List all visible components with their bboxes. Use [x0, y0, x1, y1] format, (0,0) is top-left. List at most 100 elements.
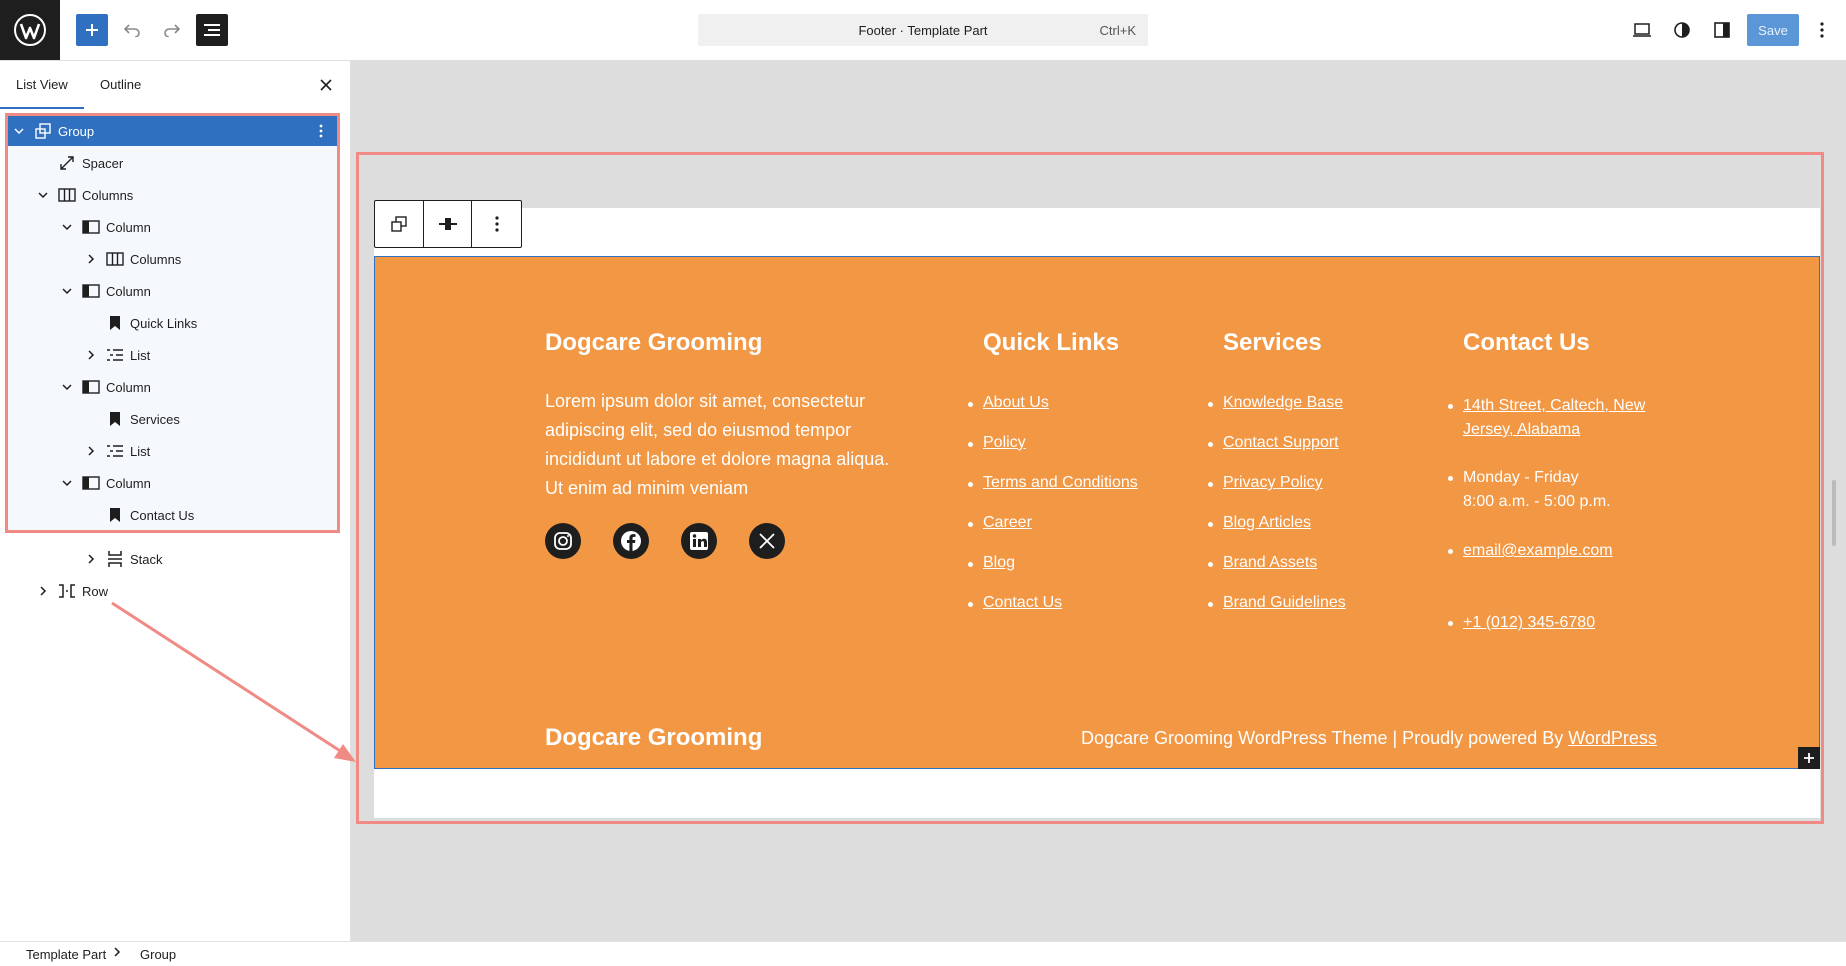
tree-item-label: Column: [106, 220, 151, 235]
redo-button[interactable]: [156, 14, 188, 46]
list-view-toggle-button[interactable]: [196, 14, 228, 46]
chevron-right-icon[interactable]: [84, 252, 98, 266]
address-line-2[interactable]: Jersey, Alabama: [1463, 421, 1580, 438]
tree-item-column[interactable]: Column: [8, 372, 337, 402]
phone-link[interactable]: +1 (012) 345-6780: [1463, 614, 1595, 631]
tree-item-column[interactable]: Column: [8, 212, 337, 242]
add-block-button[interactable]: [76, 14, 108, 46]
footer-link[interactable]: Blog Articles: [1223, 514, 1311, 531]
canvas-scrollbar[interactable]: [1832, 480, 1836, 546]
shortcut-hint: Ctrl+K: [1099, 23, 1136, 38]
chevron-down-icon[interactable]: [60, 476, 74, 490]
footer-link[interactable]: Career: [983, 514, 1032, 531]
columns-icon: [106, 250, 124, 268]
footer-group-block[interactable]: Dogcare Grooming Lorem ipsum dolor sit a…: [374, 256, 1820, 769]
tree-item-column[interactable]: Column: [8, 468, 337, 498]
footer-link[interactable]: About Us: [983, 394, 1049, 411]
list-item[interactable]: Blog Articles: [1207, 514, 1311, 532]
tree-item-column[interactable]: Column: [8, 276, 337, 306]
list-item[interactable]: About Us: [968, 394, 1049, 412]
tab-list-view[interactable]: List View: [16, 77, 68, 92]
tree-item-label: Columns: [82, 188, 134, 203]
list-view-sidebar: List View Outline Group Spacer Columns C…: [0, 61, 351, 941]
chevron-right-icon[interactable]: [84, 552, 98, 566]
tree-item-quick-links[interactable]: Quick Links: [8, 308, 337, 338]
tree-item-spacer[interactable]: Spacer: [8, 148, 337, 178]
list-item[interactable]: Contact Support: [1208, 434, 1339, 452]
address-line-1[interactable]: 14th Street, Caltech, New: [1463, 397, 1645, 414]
desktop-view-button[interactable]: [1626, 14, 1658, 46]
chevron-down-icon[interactable]: [60, 220, 74, 234]
contact-address[interactable]: 14th Street, Caltech, New Jersey, Alabam…: [1447, 394, 1645, 442]
close-icon[interactable]: [316, 75, 336, 95]
list-item[interactable]: Contact Us: [967, 594, 1062, 612]
chevron-down-icon[interactable]: [12, 124, 26, 138]
column-icon: [82, 218, 100, 236]
tree-item-list[interactable]: List: [8, 436, 337, 466]
save-button[interactable]: Save: [1747, 14, 1799, 46]
block-tree: Group Spacer Columns Column Columns Colu…: [5, 113, 340, 533]
footer-link[interactable]: Blog: [983, 554, 1015, 571]
contact-email[interactable]: email@example.com: [1448, 539, 1613, 563]
tree-item-contact-us[interactable]: Contact Us: [8, 500, 337, 530]
chevron-down-icon[interactable]: [60, 284, 74, 298]
list-item[interactable]: Knowledge Base: [1207, 394, 1343, 412]
instagram-icon[interactable]: [545, 523, 581, 559]
group-block-icon[interactable]: [375, 201, 424, 247]
footer-link[interactable]: Knowledge Base: [1223, 394, 1343, 411]
tree-item-columns[interactable]: Columns: [8, 180, 337, 210]
hours-line-1: Monday - Friday: [1463, 469, 1579, 486]
footer-credit: Dogcare Grooming WordPress Theme | Proud…: [1081, 728, 1657, 749]
wordpress-link[interactable]: WordPress: [1568, 728, 1657, 748]
more-options-icon[interactable]: [1806, 14, 1838, 46]
settings-sidebar-button[interactable]: [1706, 14, 1738, 46]
footer-link[interactable]: Policy: [983, 434, 1026, 451]
x-icon[interactable]: [749, 523, 785, 559]
footer-link[interactable]: Privacy Policy: [1223, 474, 1323, 491]
chevron-down-icon[interactable]: [36, 188, 50, 202]
footer-link[interactable]: Contact Support: [1223, 434, 1339, 451]
linkedin-icon[interactable]: [681, 523, 717, 559]
chevron-right-icon[interactable]: [84, 444, 98, 458]
tree-item-label: Spacer: [82, 156, 124, 171]
align-icon[interactable]: [424, 201, 473, 247]
footer-link[interactable]: Contact Us: [983, 594, 1062, 611]
tree-item-list[interactable]: List: [8, 340, 337, 370]
list-item[interactable]: Terms and Conditions: [968, 474, 1138, 492]
more-options-icon[interactable]: [313, 122, 329, 140]
command-palette-bar[interactable]: Footer · Template Part Ctrl+K: [698, 14, 1148, 46]
email-link[interactable]: email@example.com: [1463, 542, 1613, 559]
tab-outline[interactable]: Outline: [100, 77, 141, 92]
styles-contrast-button[interactable]: [1666, 14, 1698, 46]
footer-link[interactable]: Brand Assets: [1223, 554, 1317, 571]
tree-item-stack[interactable]: Stack: [5, 544, 334, 574]
footer-link[interactable]: Terms and Conditions: [983, 474, 1138, 491]
list-item[interactable]: Privacy Policy: [1208, 474, 1323, 492]
list-icon: [106, 442, 124, 460]
footer-description: Lorem ipsum dolor sit amet, consectetur …: [545, 391, 890, 498]
footer-link[interactable]: Brand Guidelines: [1223, 594, 1346, 611]
add-block-inline-button[interactable]: [1798, 747, 1820, 769]
tree-item-row[interactable]: Row: [5, 576, 334, 606]
facebook-icon[interactable]: [613, 523, 649, 559]
list-item[interactable]: Brand Assets: [1207, 554, 1317, 572]
tree-item-group[interactable]: Group: [8, 116, 337, 146]
undo-button[interactable]: [116, 14, 148, 46]
list-item[interactable]: Blog: [967, 554, 1015, 572]
quick-links-title: Quick Links: [983, 329, 1120, 356]
chevron-right-icon[interactable]: [36, 584, 50, 598]
breadcrumb-item-template-part[interactable]: Template Part: [26, 947, 106, 962]
more-options-icon[interactable]: [472, 201, 521, 247]
breadcrumb-item-group[interactable]: Group: [140, 947, 176, 962]
chevron-right-icon[interactable]: [84, 348, 98, 362]
tree-item-services[interactable]: Services: [8, 404, 337, 434]
list-item[interactable]: Brand Guidelines: [1208, 594, 1346, 612]
tree-item-label: Stack: [130, 552, 163, 567]
list-item[interactable]: Career: [968, 514, 1032, 532]
chevron-down-icon[interactable]: [60, 380, 74, 394]
tree-item-columns[interactable]: Columns: [8, 244, 337, 274]
list-item[interactable]: Policy: [968, 434, 1026, 452]
active-tab-indicator: [0, 107, 84, 109]
wordpress-logo-icon[interactable]: [0, 0, 60, 60]
contact-phone[interactable]: +1 (012) 345-6780: [1447, 611, 1595, 635]
